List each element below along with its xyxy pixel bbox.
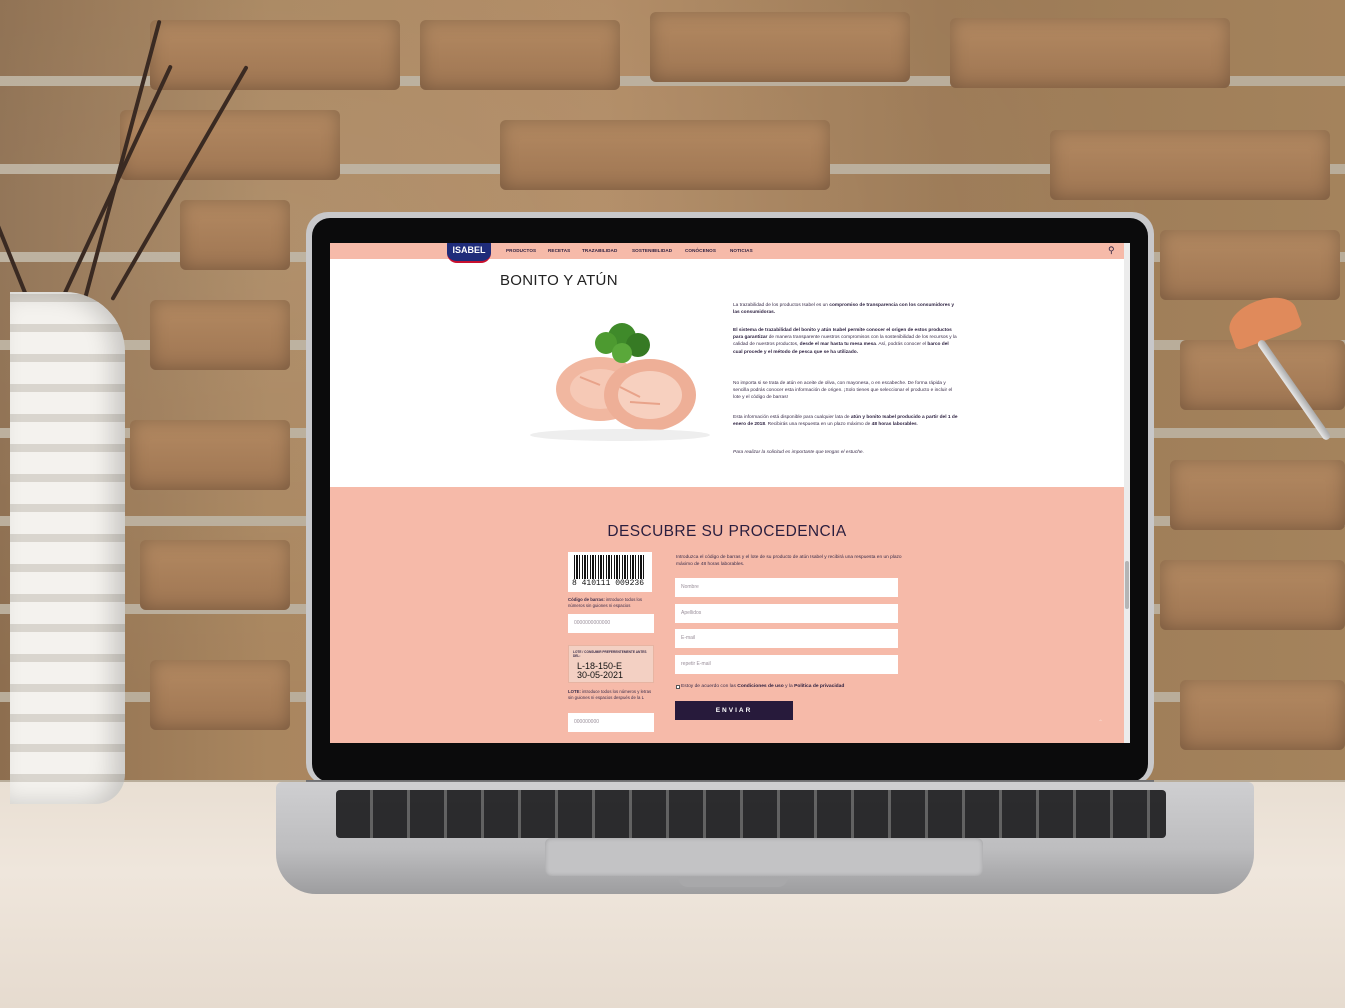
apellidos-field[interactable]: Apellidos	[675, 604, 898, 623]
form-heading: DESCUBRE SU PROCEDENCIA	[607, 523, 847, 540]
submit-button[interactable]: ENVIAR	[675, 701, 793, 720]
scrollbar-thumb[interactable]	[1125, 561, 1129, 609]
nav-productos[interactable]: PRODUCTOS	[506, 248, 536, 253]
repeat-email-field[interactable]: repetir E-mail	[675, 655, 898, 674]
availability-paragraph: Esta información está disponible para cu…	[733, 415, 958, 428]
top-navigation: ISABEL PRODUCTOS RECETAS TRAZABILIDAD SO…	[330, 243, 1130, 263]
nav-recetas[interactable]: RECETAS	[548, 248, 570, 253]
lot-example: LOTE / CONSUMIR PREFERENTEMENTE ANTES DE…	[568, 645, 654, 683]
nav-sostenibilidad[interactable]: SOSTENIBILIDAD	[632, 248, 672, 253]
intro-paragraph: La trazabilidad de los productos Isabel …	[733, 303, 955, 316]
white-vase	[10, 292, 125, 804]
lot-example-value: L-18-150-E 30-05-2021	[577, 661, 624, 680]
page-scrollbar[interactable]	[1124, 243, 1130, 743]
terms-checkbox[interactable]	[676, 685, 680, 689]
laptop-notch	[678, 877, 788, 887]
nav-conocenos[interactable]: CONÓCENOS	[685, 248, 716, 253]
page-title: BONITO Y ATÚN	[500, 272, 618, 289]
lot-input[interactable]: 000000000	[568, 713, 654, 732]
nav-noticias[interactable]: NOTICIAS	[730, 248, 753, 253]
barcode-bars	[574, 555, 646, 579]
tuna-product-image	[530, 323, 710, 441]
barcode-number: 8 410111 009236	[572, 579, 645, 588]
barcode-help: Código de barras: introduce todos los nú…	[568, 597, 643, 608]
nav-trazabilidad[interactable]: TRAZABILIDAD	[582, 248, 617, 253]
form-intro: Introduzca el código de barras y el lote…	[676, 555, 902, 568]
product-paragraph: No importa si se trata de atún en aceite…	[733, 381, 953, 401]
chevron-up-icon[interactable]: ⌃	[1098, 719, 1103, 726]
barcode-example: 8 410111 009236	[568, 552, 652, 592]
nombre-field[interactable]: Nombre	[675, 578, 898, 597]
laptop-screen: ISABEL PRODUCTOS RECETAS TRAZABILIDAD SO…	[330, 243, 1130, 743]
search-icon[interactable]: ⚲	[1108, 245, 1115, 256]
laptop-keyboard	[336, 790, 1166, 838]
lot-help: LOTE: introduce todos los números y letr…	[568, 689, 652, 700]
isabel-logo[interactable]: ISABEL	[447, 243, 491, 263]
email-field[interactable]: E-mail	[675, 629, 898, 648]
laptop-trackpad	[545, 838, 983, 876]
barcode-input[interactable]: 0000000000000	[568, 614, 654, 633]
terms-label: Estoy de acuerdo con las Condiciones de …	[681, 684, 845, 689]
case-note: Para realizar la solicitud es importante…	[733, 450, 864, 455]
lot-example-label: LOTE / CONSUMIR PREFERENTEMENTE ANTES DE…	[573, 650, 647, 658]
traceability-paragraph: El sistema de trazabilidad del bonito y …	[733, 328, 957, 355]
